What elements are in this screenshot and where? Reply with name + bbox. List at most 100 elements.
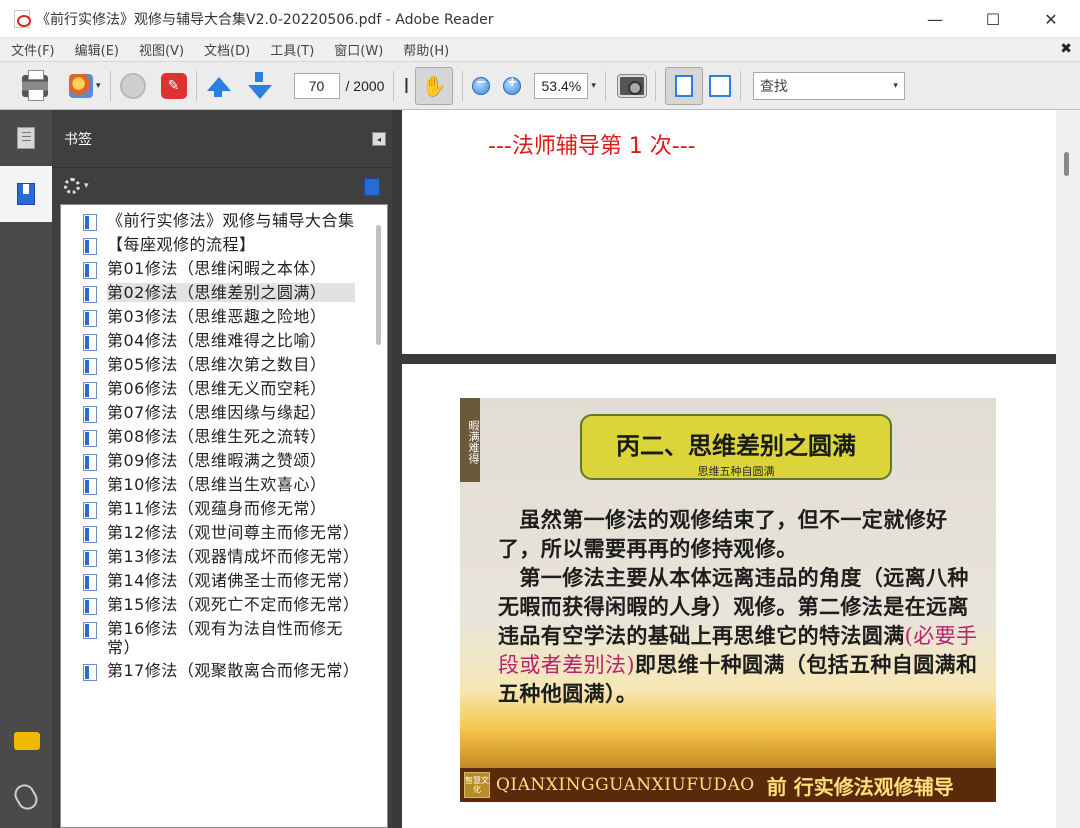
bookmark-item[interactable]: 第13修法（观器情成坏而修无常） (61, 547, 387, 567)
bookmark-label: 第02修法（思维差别之圆满） (107, 283, 355, 302)
bookmark-label: 第15修法（观死亡不定而修无常） (107, 595, 360, 614)
minimize-button[interactable]: — (906, 0, 964, 38)
snapshot-button[interactable] (617, 68, 646, 104)
bookmarks-panel-button[interactable] (0, 166, 52, 222)
bookmark-item[interactable]: 第12修法（观世间尊主而修无常） (61, 523, 387, 543)
fit-width-button[interactable] (664, 66, 703, 105)
next-page-button[interactable] (247, 68, 273, 104)
menu-tools[interactable]: 工具(T) (259, 40, 323, 59)
bookmark-item[interactable]: 第05修法（思维次第之数目） (61, 355, 387, 375)
close-document-button[interactable]: ✖ (1060, 41, 1072, 57)
toolbar-divider (462, 70, 464, 101)
bookmark-item[interactable]: 第09修法（思维暇满之赞颂） (61, 451, 387, 471)
bookmark-item[interactable]: 第10修法（思维当生欢喜心） (61, 475, 387, 495)
bookmark-item[interactable]: 第03修法（思维恶趣之险地） (61, 307, 387, 327)
collaborate-button[interactable] (119, 68, 146, 104)
bookmark-label: 第06修法（思维无义而空耗） (107, 379, 327, 398)
menu-help[interactable]: 帮助(H) (392, 40, 458, 59)
print-button[interactable] (22, 68, 48, 104)
menu-file[interactable]: 文件(F) (0, 40, 64, 59)
bookmark-label: 第14修法（观诸佛圣士而修无常） (107, 571, 360, 590)
bookmark-page-icon (83, 334, 97, 351)
bookmark-item[interactable]: 第08修法（思维生死之流转） (61, 427, 387, 447)
zoom-in-button[interactable]: + (503, 68, 522, 104)
page-total-label: / 2000 (345, 77, 385, 94)
comments-icon[interactable] (14, 732, 40, 750)
gear-icon[interactable] (64, 178, 80, 194)
menu-bar: 文件(F) 编辑(E) 视图(V) 文档(D) 工具(T) 窗口(W) 帮助(H… (0, 38, 1080, 62)
bookmark-label: 第03修法（思维恶趣之险地） (107, 307, 327, 326)
bookmarks-panel: 书签 ◂ ▾ 《前行实修法》观修与辅导大合集 【每座观修的流程】 第01修法（思维闲… (52, 110, 392, 828)
scrollbar-thumb[interactable] (1064, 152, 1069, 176)
menu-edit[interactable]: 编辑(E) (64, 40, 128, 59)
bookmark-item[interactable]: 第06修法（思维无义而空耗） (61, 379, 387, 399)
bookmark-label: 第12修法（观世间尊主而修无常） (107, 523, 360, 542)
hand-tool-button[interactable]: ✋ (415, 66, 454, 105)
slide-title: 丙二、思维差别之圆满 (616, 432, 856, 460)
chevron-down-icon: ▾ (96, 80, 101, 91)
bookmark-item[interactable]: 【每座观修的流程】 (61, 235, 387, 255)
menu-view[interactable]: 视图(V) (128, 40, 193, 59)
toolbar-divider (604, 70, 606, 101)
pages-icon (17, 127, 35, 149)
document-scrollbar[interactable] (1056, 110, 1080, 828)
bookmark-item[interactable]: 第15修法（观死亡不定而修无常） (61, 595, 387, 615)
bookmark-page-icon (83, 262, 97, 279)
fit-page-icon (708, 74, 731, 97)
bookmark-item[interactable]: 第14修法（观诸佛圣士而修无常） (61, 571, 387, 591)
bookmark-item[interactable]: 第01修法（思维闲暇之本体） (61, 259, 387, 279)
footer-badge: 智慧文化 (464, 772, 490, 798)
bookmark-item[interactable]: 第16修法（观有为法自性而修无常） (61, 619, 387, 657)
collapse-panel-button[interactable]: ◂ (372, 132, 386, 146)
pdf-page: 暇满难得 丙二、思维差别之圆满 思维五种自圆满 虽然第一修法的观修结束了，但不一… (402, 364, 1056, 828)
zoom-out-button[interactable]: − (472, 68, 491, 104)
bookmark-item[interactable]: 第02修法（思维差别之圆满） (61, 283, 387, 303)
slide-body: 虽然第一修法的观修结束了，但不一定就修好了，所以需要再再的修持观修。 第一修法主… (498, 506, 984, 709)
bookmark-item[interactable]: 第17修法（观聚散离合而修无常） (61, 661, 387, 681)
bookmark-page-icon (83, 664, 97, 681)
zoom-level-input[interactable]: 53.4% (534, 72, 589, 99)
menu-document[interactable]: 文档(D) (193, 40, 259, 59)
bookmark-page-icon (83, 622, 97, 639)
find-input[interactable]: 查找 ▾ (752, 71, 905, 100)
bookmark-item[interactable]: 第11修法（观蕴身而修无常） (61, 499, 387, 519)
comment-tool-button[interactable]: ✎ (160, 68, 187, 104)
panel-header: 书签 ◂ (52, 110, 392, 168)
close-window-button[interactable]: ✕ (1022, 0, 1080, 38)
bookmark-icon (17, 183, 35, 205)
share-button[interactable]: ▾ (69, 68, 101, 104)
bookmark-page-icon (83, 598, 97, 615)
panel-title: 书签 (64, 131, 92, 148)
comment-tool-icon: ✎ (160, 72, 187, 99)
previous-page-button[interactable] (206, 68, 232, 104)
bookmark-label: 第04修法（思维难得之比喻） (107, 331, 327, 350)
page-number-input[interactable] (293, 72, 340, 99)
pdf-page: ---法师辅导第 1 次--- (402, 110, 1056, 354)
bookmark-item[interactable]: 第07修法（思维因缘与缘起） (61, 403, 387, 423)
slide-body-text: 虽然第一修法的观修结束了，但不一定就修好了，所以需要再再的修持观修。 第一修法主… (498, 508, 969, 648)
fit-page-button[interactable] (708, 68, 731, 104)
toolbar: ▾ ✎ / 2000 I ✋ − + 53.4% ▾ (0, 62, 1080, 110)
bookmark-page-icon (83, 574, 97, 591)
document-view[interactable]: ---法师辅导第 1 次--- 暇满难得 丙二、思维差别之圆满 思维五种自圆满 … (392, 110, 1080, 828)
options-chevron-icon[interactable]: ▾ (84, 181, 89, 191)
bookmark-label: 第17修法（观聚散离合而修无常） (107, 661, 360, 680)
bookmark-scrollbar[interactable] (376, 225, 381, 345)
bookmark-page-icon (83, 358, 97, 375)
find-dropdown-chevron-icon[interactable]: ▾ (893, 81, 898, 91)
bookmark-page-icon (83, 526, 97, 543)
bookmark-item[interactable]: 《前行实修法》观修与辅导大合集 (61, 211, 387, 231)
bookmark-label: 第10修法（思维当生欢喜心） (107, 475, 327, 494)
maximize-button[interactable]: ☐ (964, 0, 1022, 38)
bookmark-label: 第16修法（观有为法自性而修无常） (107, 619, 343, 657)
bookmark-item[interactable]: 第04修法（思维难得之比喻） (61, 331, 387, 351)
zoom-out-glyph: − (475, 74, 487, 90)
zoom-dropdown-chevron-icon[interactable]: ▾ (591, 81, 596, 91)
page-thumbnails-button[interactable] (0, 110, 52, 166)
find-placeholder: 查找 (759, 78, 788, 95)
arrow-down-stem (254, 71, 263, 82)
menu-window[interactable]: 窗口(W) (323, 40, 392, 59)
footer-english: QIANXINGGUANXIUFUDAO (496, 775, 755, 795)
new-bookmark-icon[interactable] (364, 178, 380, 196)
select-tool-button[interactable]: I (403, 68, 409, 104)
